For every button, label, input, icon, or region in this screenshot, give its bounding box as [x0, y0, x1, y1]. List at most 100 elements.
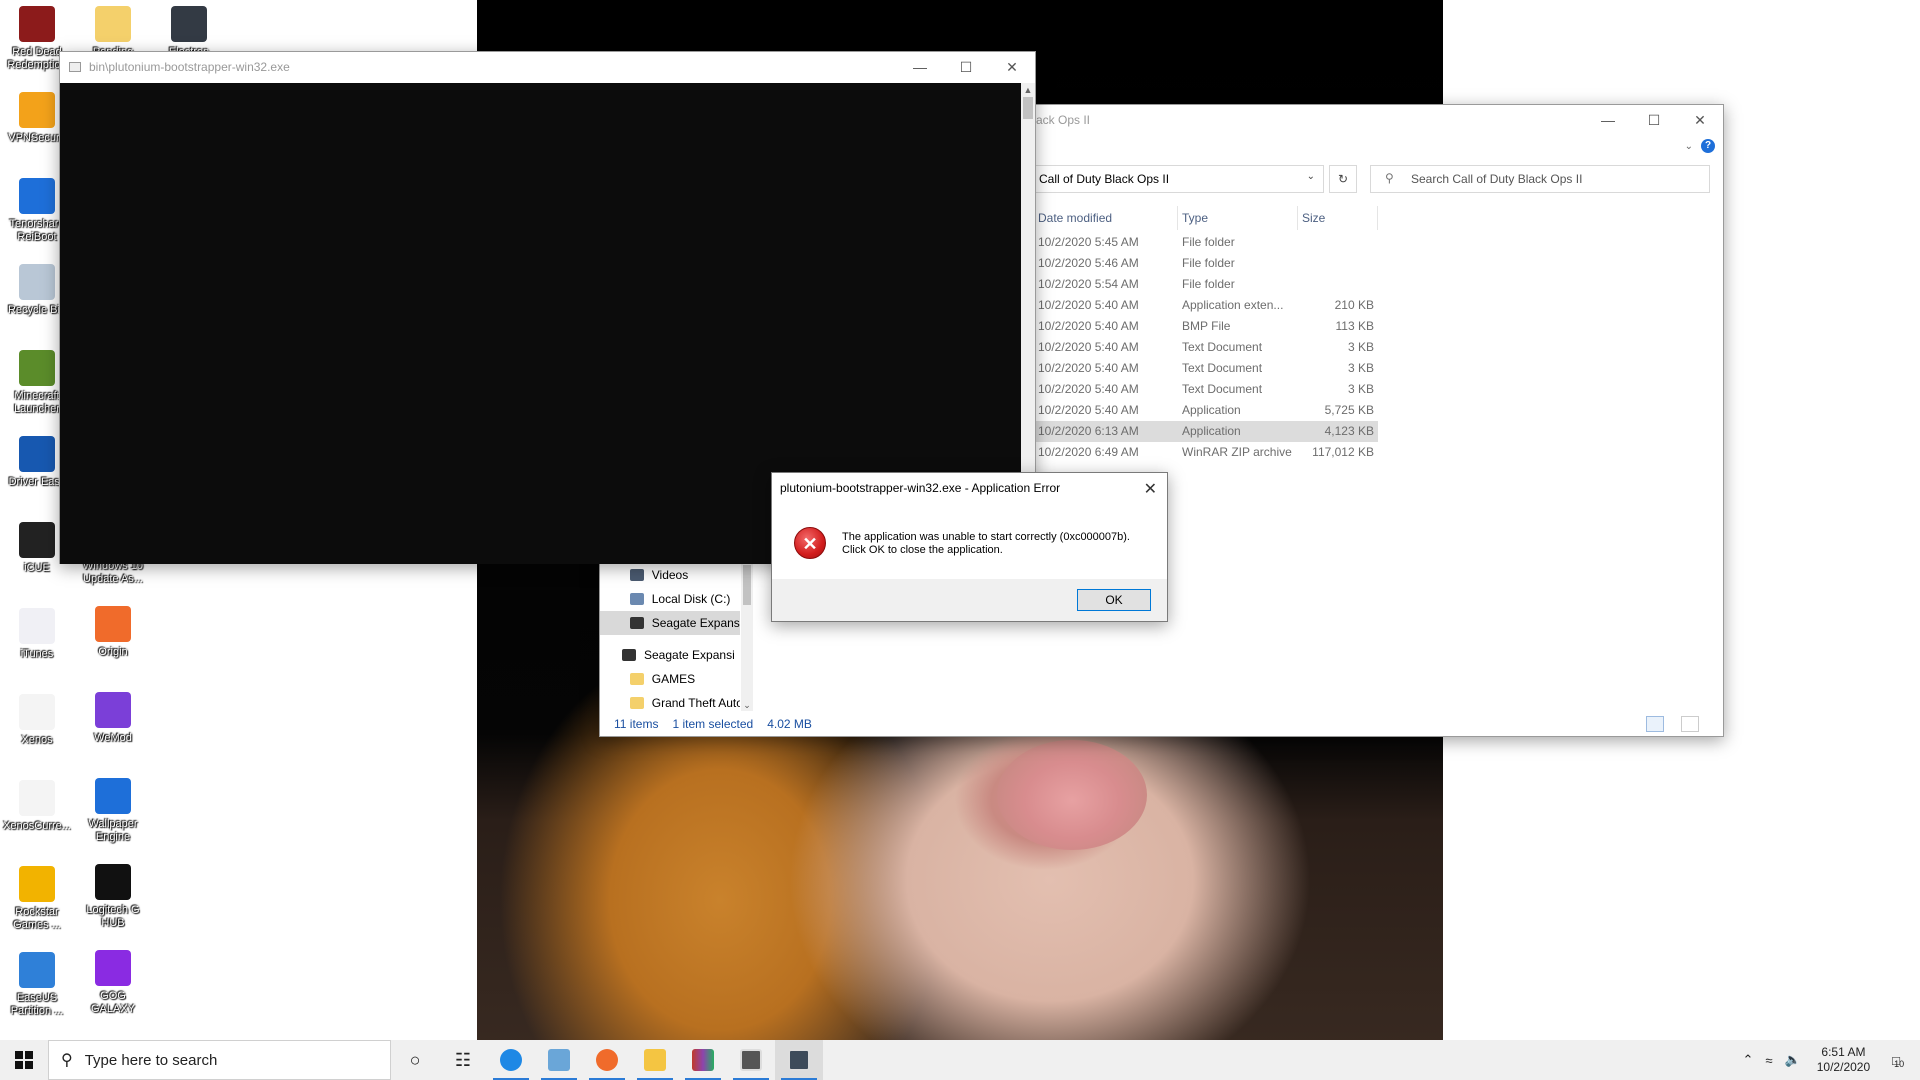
desktop-icon[interactable]: WeMod — [77, 692, 149, 745]
desktop-icon[interactable]: Logitech G HUB — [77, 864, 149, 930]
close-icon[interactable]: ✕ — [989, 52, 1035, 82]
app-icon — [95, 864, 131, 900]
ok-button[interactable]: OK — [1077, 589, 1151, 611]
search-placeholder: Search Call of Duty Black Ops II — [1411, 172, 1583, 186]
app-icon — [19, 92, 55, 128]
nav-item-icon — [630, 593, 644, 605]
close-icon[interactable]: ✕ — [1677, 105, 1723, 135]
table-row[interactable]: 10/2/2020 6:13 AM Application 4,123 KB — [1034, 421, 1378, 442]
app-icon — [171, 6, 207, 42]
taskbar-snipping[interactable] — [535, 1040, 583, 1080]
nav-scrollbar-thumb[interactable] — [743, 565, 751, 605]
dialog-message-line-1: The application was unable to start corr… — [842, 531, 1130, 543]
console-scrollbar-thumb[interactable] — [1023, 97, 1033, 119]
maximize-icon[interactable]: ☐ — [943, 52, 989, 82]
cell-size: 3 KB — [1347, 382, 1374, 396]
desktop-icon[interactable]: GOG GALAXY — [77, 950, 149, 1016]
large-icons-view-icon[interactable] — [1681, 716, 1699, 732]
application-error-dialog[interactable]: plutonium-bootstrapper-win32.exe - Appli… — [771, 472, 1168, 622]
app-icon — [19, 522, 55, 558]
table-row[interactable]: 10/2/2020 5:40 AM BMP File 113 KB — [1034, 316, 1378, 337]
navigation-pane: Videos Local Disk (C:) Seagate Expansio Sea… — [600, 563, 740, 715]
table-row[interactable]: 10/2/2020 5:40 AM Text Document 3 KB — [1034, 337, 1378, 358]
column-date-modified[interactable]: Date modified — [1034, 206, 1178, 230]
start-button[interactable] — [0, 1040, 48, 1080]
app-icon — [19, 608, 55, 644]
app-icon — [95, 950, 131, 986]
cell-size — [1298, 253, 1378, 274]
cell-date-modified: 10/2/2020 5:40 AM — [1038, 298, 1139, 312]
nav-item-label: Local Disk (C:) — [651, 592, 731, 606]
cell-type: Application — [1182, 424, 1241, 438]
edge-icon — [500, 1049, 522, 1071]
maximize-icon[interactable]: ☐ — [1631, 105, 1677, 135]
minimize-icon[interactable]: — — [1585, 105, 1631, 135]
column-type[interactable]: Type — [1178, 206, 1298, 230]
desktop-icon[interactable]: iTunes — [1, 608, 73, 661]
app-icon — [19, 6, 55, 42]
cell-size: 113 KB — [1335, 319, 1374, 333]
minimize-icon[interactable]: — — [897, 52, 943, 82]
clock[interactable]: 6:51 AM 10/2/2020 — [1817, 1045, 1870, 1075]
cell-date-modified: 10/2/2020 5:40 AM — [1038, 403, 1139, 417]
table-row[interactable]: 10/2/2020 5:54 AM File folder — [1034, 274, 1378, 295]
taskbar-edge[interactable] — [487, 1040, 535, 1080]
dialog-message: The application was unable to start corr… — [842, 527, 1130, 581]
nav-item-icon — [630, 569, 644, 581]
desktop-icon-label: Xenos — [21, 734, 53, 746]
cell-type: Text Document — [1182, 382, 1263, 396]
desktop-icon-label: WeMod — [94, 732, 132, 744]
details-view-icon[interactable] — [1646, 716, 1664, 732]
desktop-icon-label: Logitech G HUB — [86, 904, 140, 929]
taskbar-winrar[interactable] — [679, 1040, 727, 1080]
network-icon[interactable]: ≈ — [1765, 1053, 1772, 1068]
cortana-icon[interactable]: ○ — [391, 1040, 439, 1080]
app-icon — [548, 1049, 570, 1071]
desktop-icon[interactable]: Rockstar Games ... — [1, 866, 73, 932]
ribbon-expand-icon[interactable]: ⌄ — [1685, 141, 1693, 152]
desktop-icon[interactable]: EaseUS Partition ... — [1, 952, 73, 1018]
desktop-icon[interactable]: Wallpaper Engine — [77, 778, 149, 844]
refresh-button[interactable]: ↻ — [1329, 165, 1357, 193]
desktop-icon[interactable]: Origin — [77, 606, 149, 659]
dialog-titlebar[interactable]: plutonium-bootstrapper-win32.exe - Appli… — [772, 473, 1167, 503]
volume-icon[interactable]: 🔈 — [1785, 1052, 1801, 1068]
table-row[interactable]: 10/2/2020 5:40 AM Application exten... 210… — [1034, 295, 1378, 316]
desktop-icon[interactable]: Xenos — [1, 694, 73, 747]
scroll-down-icon[interactable]: ⌄ — [741, 700, 753, 711]
close-icon[interactable]: ✕ — [1144, 479, 1157, 499]
nav-item[interactable]: GAMES — [600, 667, 740, 691]
taskbar-error-dialog[interactable] — [775, 1040, 823, 1080]
nav-item[interactable]: Local Disk (C:) — [600, 587, 740, 611]
search-input[interactable]: ⚲ Search Call of Duty Black Ops II — [1370, 165, 1710, 193]
help-icon[interactable]: ? — [1701, 139, 1715, 153]
notification-center[interactable]: □ 10 — [1886, 1053, 1906, 1069]
address-bar[interactable]: Call of Duty Black Ops II ⌄ — [1032, 165, 1324, 193]
table-row[interactable]: 10/2/2020 5:45 AM File folder — [1034, 232, 1378, 253]
nav-item[interactable]: Seagate Expansio — [600, 611, 740, 635]
table-row[interactable]: 10/2/2020 5:40 AM Text Document 3 KB — [1034, 358, 1378, 379]
taskbar-origin[interactable] — [583, 1040, 631, 1080]
task-view-icon[interactable]: ☷ — [439, 1040, 487, 1080]
column-size[interactable]: Size — [1298, 206, 1378, 230]
nav-scrollbar[interactable]: ⌄ — [741, 563, 753, 711]
taskbar-console[interactable] — [727, 1040, 775, 1080]
desktop-icon[interactable]: XenosCurre... — [1, 780, 73, 833]
table-row[interactable]: 10/2/2020 6:49 AM WinRAR ZIP archive 117,0… — [1034, 442, 1378, 463]
table-row[interactable]: 10/2/2020 5:46 AM File folder — [1034, 253, 1378, 274]
desktop-icon-label: Rockstar Games ... — [13, 906, 61, 931]
system-tray: ⌃ ≈ 🔈 6:51 AM 10/2/2020 □ 10 — [1737, 1040, 1920, 1080]
nav-item[interactable]: Videos — [600, 563, 740, 587]
scroll-up-icon[interactable]: ▲ — [1021, 83, 1035, 97]
console-titlebar[interactable]: bin\plutonium-bootstrapper-win32.exe — ☐… — [60, 52, 1035, 82]
table-row[interactable]: 10/2/2020 5:40 AM Application 5,725 KB — [1034, 400, 1378, 421]
chevron-up-icon[interactable]: ⌃ — [1743, 1052, 1754, 1068]
console-icon — [740, 1049, 762, 1071]
taskbar-search-input[interactable]: ⚲ Type here to search — [48, 1040, 391, 1080]
windows-logo-icon — [15, 1051, 33, 1069]
table-row[interactable]: 10/2/2020 5:40 AM Text Document 3 KB — [1034, 379, 1378, 400]
chevron-down-icon[interactable]: ⌄ — [1307, 171, 1315, 182]
dialog-content: ✕ The application was unable to start co… — [772, 503, 1167, 581]
taskbar-file-explorer[interactable] — [631, 1040, 679, 1080]
nav-item[interactable]: Seagate Expansion — [600, 643, 740, 667]
